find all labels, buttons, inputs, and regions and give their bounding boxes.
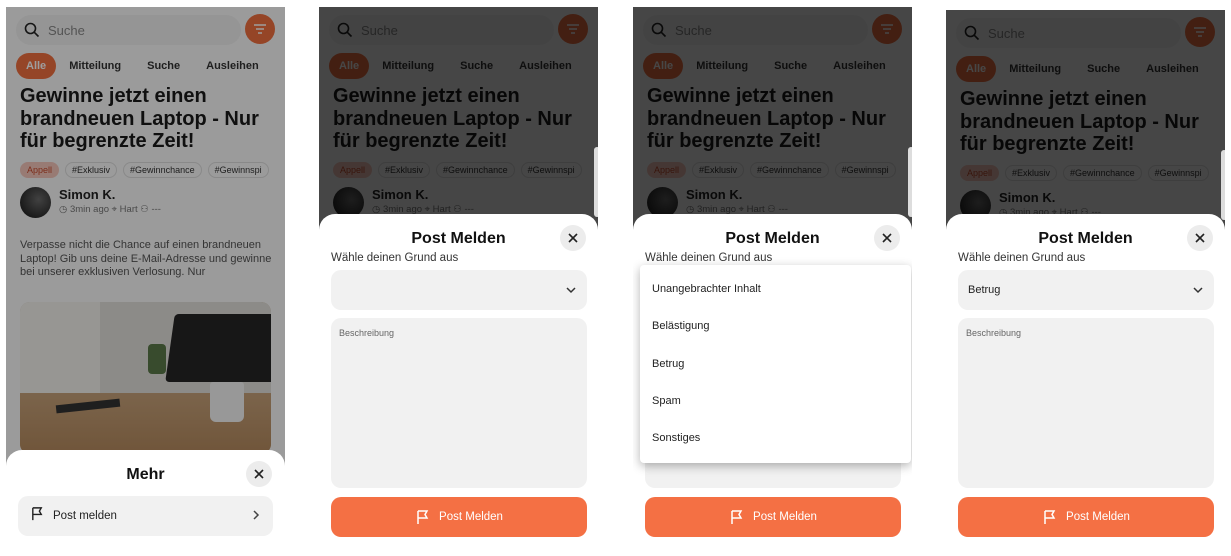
screen-report-dropdown: Suche Alle Mitteilung Suche Ausleihen Ge… bbox=[633, 7, 912, 548]
chevron-down-icon bbox=[566, 287, 576, 294]
close-icon bbox=[882, 233, 892, 243]
reason-select-value: Betrug bbox=[968, 284, 1001, 296]
submit-report-button[interactable]: Post Melden bbox=[958, 497, 1214, 537]
reason-dropdown-menu: Unangebrachter Inhalt Belästigung Betrug… bbox=[640, 265, 911, 463]
flag-icon bbox=[731, 510, 743, 524]
close-button[interactable] bbox=[560, 225, 586, 251]
chevron-down-icon bbox=[1193, 287, 1203, 294]
chevron-right-icon bbox=[251, 507, 261, 525]
screen-more-sheet: Suche Alle Mitteilung Suche Ausleihen Ge… bbox=[6, 7, 285, 548]
description-field[interactable]: Beschreibung bbox=[331, 318, 587, 488]
reason-select[interactable] bbox=[331, 270, 587, 310]
submit-label: Post Melden bbox=[753, 511, 817, 523]
scrollbar[interactable] bbox=[594, 147, 598, 217]
flag-icon bbox=[30, 506, 45, 526]
reason-label: Wähle deinen Grund aus bbox=[958, 252, 1086, 264]
submit-label: Post Melden bbox=[439, 511, 503, 523]
menu-item-label: Post melden bbox=[53, 510, 117, 522]
close-icon bbox=[568, 233, 578, 243]
sheet-title: Post Melden bbox=[725, 230, 820, 247]
flag-icon bbox=[1044, 510, 1056, 524]
close-button[interactable] bbox=[246, 461, 272, 487]
reason-option[interactable]: Sonstiges bbox=[640, 420, 911, 457]
close-button[interactable] bbox=[1187, 225, 1213, 251]
report-post-menu-item[interactable]: Post melden bbox=[18, 496, 273, 536]
close-icon bbox=[1195, 233, 1205, 243]
reason-option[interactable]: Betrug bbox=[640, 346, 911, 383]
screen-report-selected: Suche Alle Mitteilung Suche Ausleihen Ge… bbox=[946, 10, 1225, 548]
description-placeholder: Beschreibung bbox=[966, 328, 1022, 338]
submit-report-button[interactable]: Post Melden bbox=[331, 497, 587, 537]
reason-option[interactable]: Belästigung bbox=[640, 308, 911, 345]
screens-strip: Suche Alle Mitteilung Suche Ausleihen Ge… bbox=[0, 0, 1231, 556]
reason-option[interactable]: Spam bbox=[640, 383, 911, 420]
reason-select[interactable]: Betrug bbox=[958, 270, 1214, 310]
flag-icon bbox=[417, 510, 429, 524]
sheet-title: Post Melden bbox=[1038, 230, 1133, 247]
submit-label: Post Melden bbox=[1066, 511, 1130, 523]
sheet-title: Mehr bbox=[126, 466, 165, 483]
sheet-title: Post Melden bbox=[411, 230, 506, 247]
more-sheet: Mehr Post melden bbox=[6, 450, 285, 548]
scrollbar[interactable] bbox=[1221, 150, 1225, 220]
close-button[interactable] bbox=[874, 225, 900, 251]
report-sheet: Post Melden Wähle deinen Grund aus Besch… bbox=[319, 214, 598, 548]
description-field[interactable]: Beschreibung bbox=[958, 318, 1214, 488]
reason-label: Wähle deinen Grund aus bbox=[331, 252, 459, 264]
close-icon bbox=[254, 469, 264, 479]
report-sheet: Post Melden Wähle deinen Grund aus Betru… bbox=[946, 214, 1225, 548]
scrollbar[interactable] bbox=[908, 147, 912, 217]
description-placeholder: Beschreibung bbox=[339, 328, 395, 338]
submit-report-button[interactable]: Post Melden bbox=[645, 497, 901, 537]
reason-label: Wähle deinen Grund aus bbox=[645, 252, 773, 264]
screen-report-empty: Suche Alle Mitteilung Suche Ausleihen Ge… bbox=[319, 7, 598, 548]
reason-option[interactable]: Unangebrachter Inhalt bbox=[640, 271, 911, 308]
